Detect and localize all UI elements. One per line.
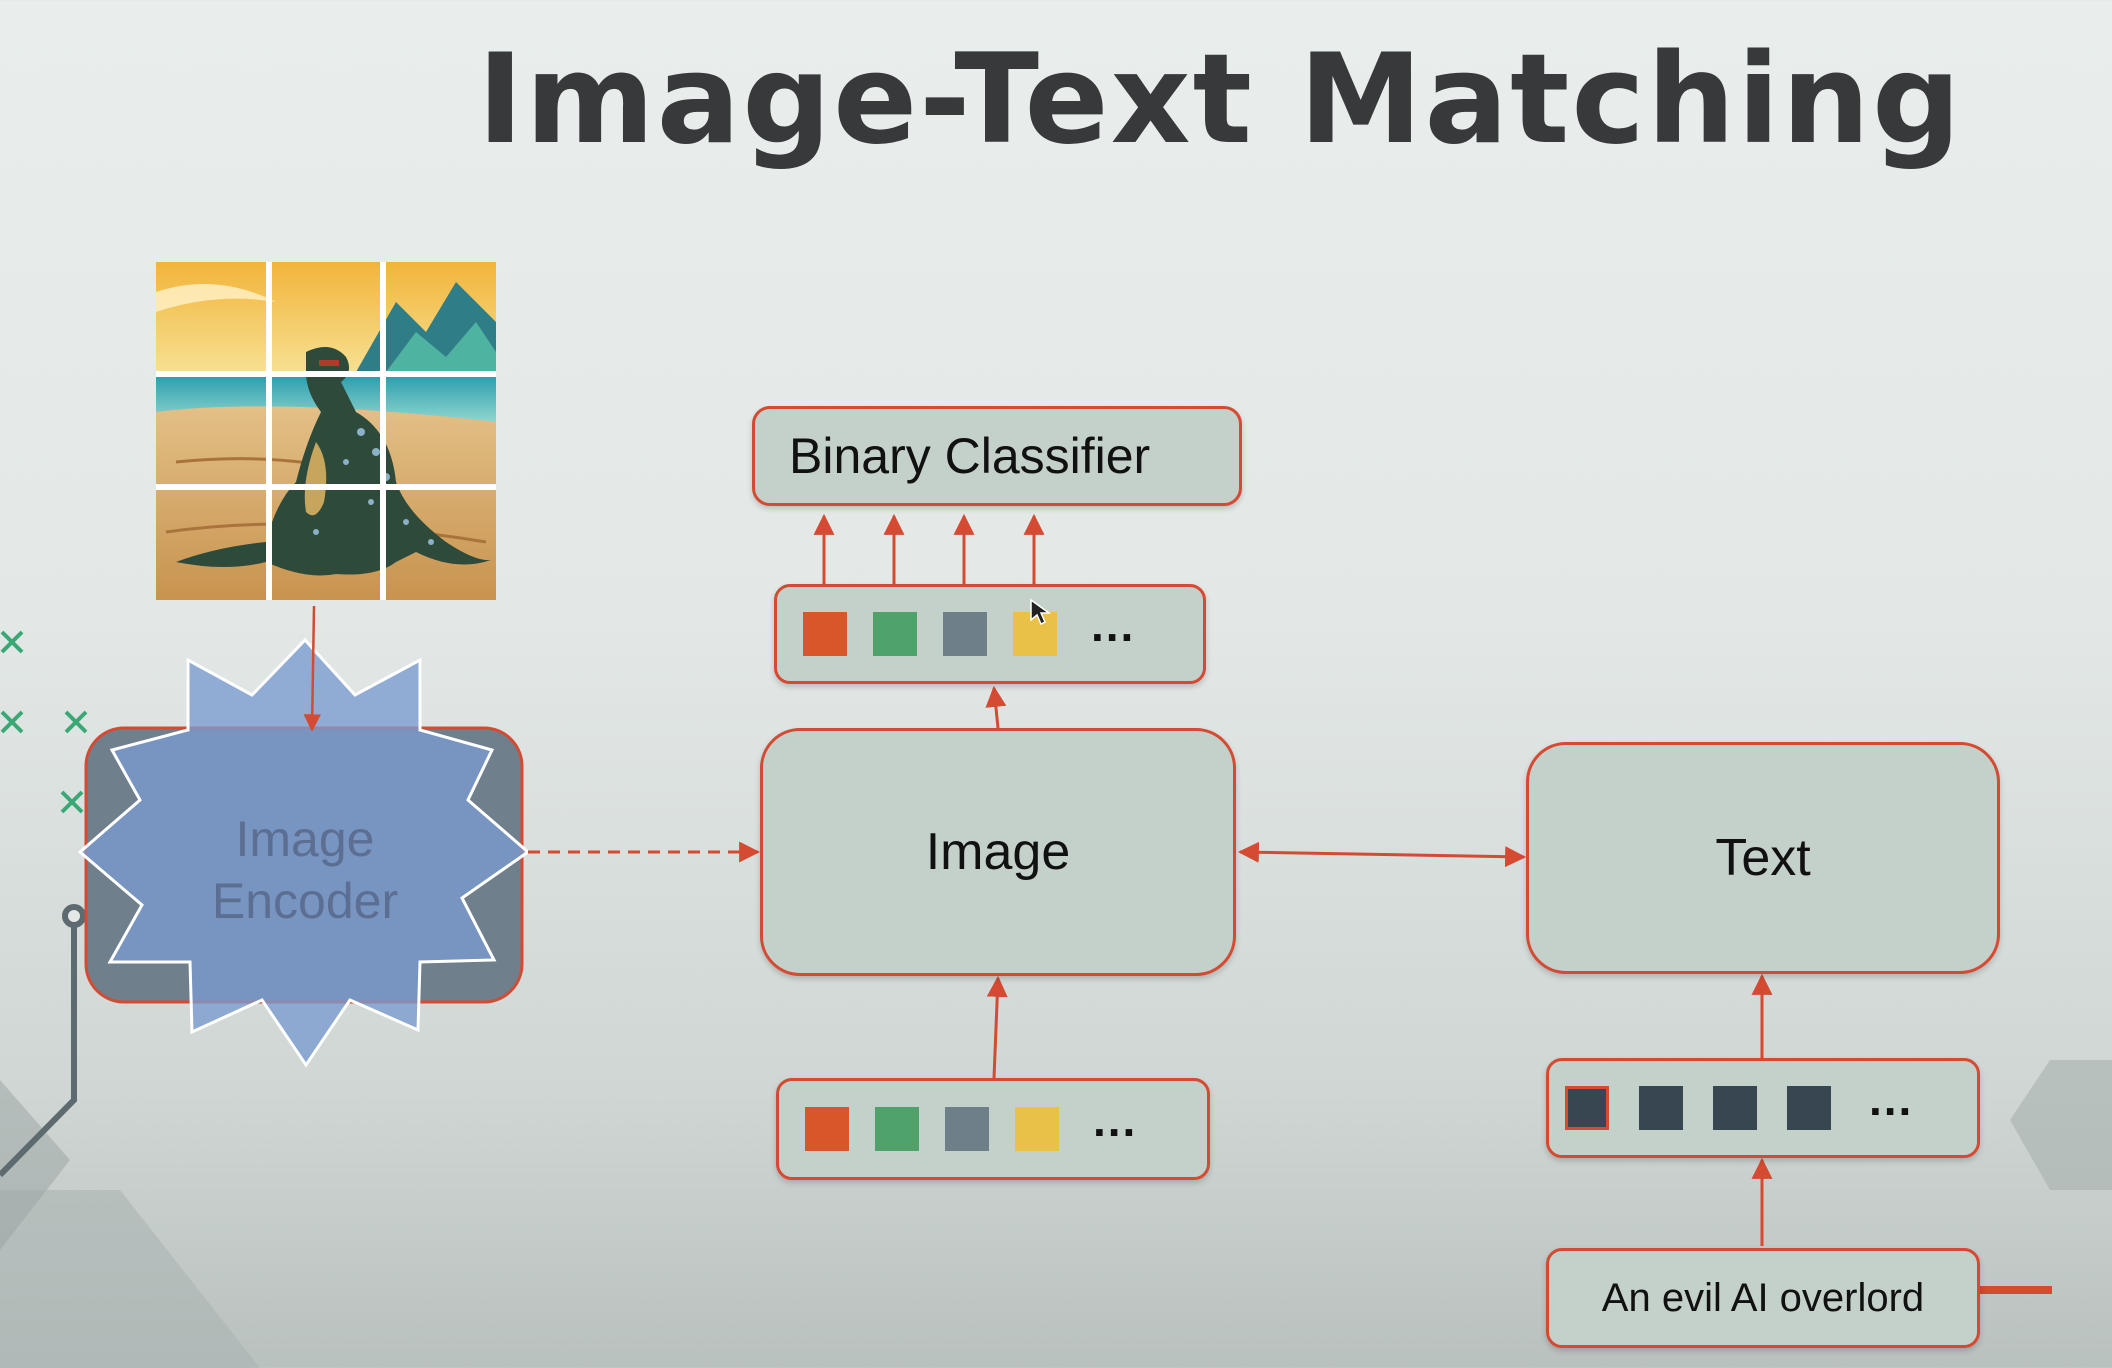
token-dark [1639, 1086, 1683, 1130]
token-gray [945, 1107, 989, 1151]
image-token-row: ... [776, 1078, 1210, 1180]
token-green [875, 1107, 919, 1151]
arrow-image-text [1237, 841, 1527, 868]
token-dark [1565, 1086, 1609, 1130]
image-box-label: Image [925, 823, 1071, 881]
output-token-row: ... [774, 584, 1206, 684]
text-box: Text [1526, 742, 2000, 974]
arrow-image-to-output-tokens [985, 685, 1007, 729]
dinosaur-beach-image [156, 262, 496, 600]
token-green [873, 612, 917, 656]
token-yellow [1013, 598, 1057, 656]
input-image-patches [156, 262, 496, 600]
caption-box: An evil AI overlord [1546, 1248, 1980, 1348]
decor-shape-right [2010, 1060, 2112, 1190]
token-orange [805, 1107, 849, 1151]
token-yellow [1015, 1107, 1059, 1151]
mouse-cursor-icon [1030, 598, 1051, 626]
image-encoder-label: Image Encoder [150, 808, 460, 932]
arrow-image-tokens-to-image [986, 975, 1008, 1079]
x-mark-icon [0, 630, 88, 814]
binary-classifier-box: Binary Classifier [752, 406, 1242, 506]
page-title: Image-Text Matching [477, 28, 1963, 172]
token-gray [943, 612, 987, 656]
caption-label: An evil AI overlord [1601, 1275, 1925, 1320]
token-ellipsis: ... [1093, 1094, 1138, 1146]
image-encoder-label-line2: Encoder [211, 873, 399, 929]
binary-classifier-label: Binary Classifier [789, 428, 1151, 484]
token-dark [1787, 1086, 1831, 1130]
image-box: Image [760, 728, 1236, 976]
token-dark [1713, 1086, 1757, 1130]
text-token-row: ... [1546, 1058, 1980, 1158]
image-encoder-label-line1: Image [235, 811, 375, 867]
token-orange [803, 612, 847, 656]
token-ellipsis: ... [1869, 1073, 1914, 1125]
token-ellipsis: ... [1091, 599, 1136, 651]
decor-shape-left [0, 1190, 260, 1368]
text-box-label: Text [1715, 829, 1811, 887]
